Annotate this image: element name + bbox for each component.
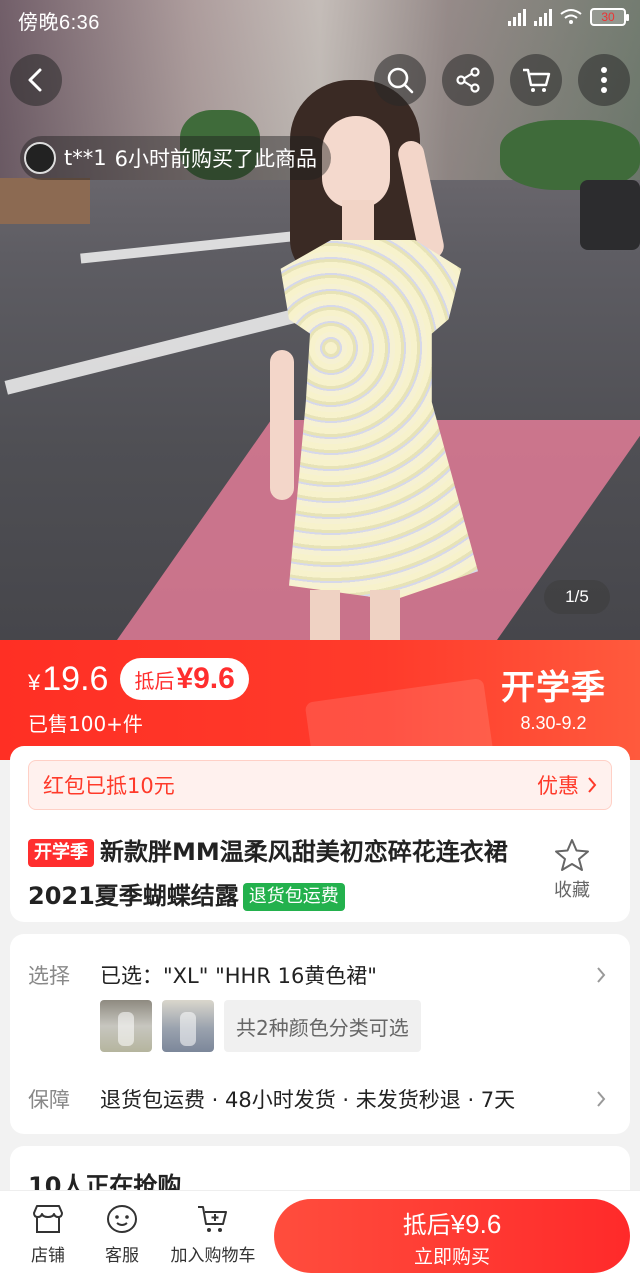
cart-button[interactable] bbox=[510, 54, 562, 106]
select-label: 选择 bbox=[28, 964, 70, 988]
shipping-tag: 退货包运费 bbox=[242, 883, 345, 911]
battery-icon: 30 bbox=[590, 8, 629, 26]
favorite-button[interactable]: 收藏 bbox=[542, 838, 602, 902]
buyer-name: t**1 bbox=[64, 146, 107, 170]
chevron-right-icon bbox=[597, 967, 606, 983]
favorite-label: 收藏 bbox=[554, 880, 590, 901]
wifi-icon bbox=[560, 9, 582, 24]
promo-dates: 8.30-9.2 bbox=[520, 713, 587, 733]
product-image[interactable]: 傍晚6:36 30 t**1 6小时前购买了此商品 1/5 bbox=[0, 0, 640, 640]
guarantee-row[interactable]: 保障 退货包运费 · 48小时发货 · 未发货秒退 · 7天 bbox=[28, 1084, 612, 1114]
add-to-cart-button[interactable]: 加入购物车 bbox=[168, 1203, 258, 1266]
add-to-cart-label: 加入购物车 bbox=[170, 1246, 256, 1266]
customer-service-button[interactable]: 客服 bbox=[100, 1203, 144, 1266]
add-cart-icon bbox=[198, 1206, 227, 1232]
signal-icon bbox=[534, 8, 552, 26]
shop-button[interactable]: 店铺 bbox=[26, 1203, 70, 1266]
product-info-card: 红包已抵10元 优惠 开学季 新款胖MM温柔风甜美初恋碎花连衣裙2021夏季蝴蝶结… bbox=[10, 746, 630, 922]
coupon-link: 优惠 bbox=[537, 774, 579, 798]
promo-tag: 开学季 bbox=[28, 839, 94, 867]
search-button[interactable] bbox=[374, 54, 426, 106]
coupon-text: 红包已抵10元 bbox=[43, 774, 175, 798]
buy-now-price-label: 抵后 bbox=[402, 1211, 451, 1239]
after-discount-price: 抵后 ¥9.6 bbox=[120, 658, 249, 700]
buy-now-label: 立即购买 bbox=[413, 1246, 490, 1268]
bottom-action-bar: 店铺 客服 加入购物车 抵后¥9.6 立即购买 bbox=[0, 1190, 640, 1280]
guarantee-text: 退货包运费 · 48小时发货 · 未发货秒退 · 7天 bbox=[100, 1088, 516, 1112]
search-icon bbox=[387, 67, 414, 94]
star-icon bbox=[555, 839, 589, 871]
buy-now-price-value: ¥9.6 bbox=[450, 1209, 502, 1239]
sku-thumbnail[interactable] bbox=[162, 1000, 214, 1052]
color-count-chip[interactable]: 共2种颜色分类可选 bbox=[224, 1000, 421, 1052]
promo-title: 开学季 bbox=[501, 668, 606, 708]
sku-thumbnails: 共2种颜色分类可选 bbox=[100, 1000, 421, 1052]
product-title: 开学季 新款胖MM温柔风甜美初恋碎花连衣裙2021夏季蝴蝶结露 退货包运费 bbox=[28, 830, 528, 918]
chevron-right-icon bbox=[588, 777, 597, 793]
planter-box bbox=[0, 178, 90, 224]
shop-label: 店铺 bbox=[31, 1246, 65, 1266]
promo-badge: 开学季 8.30-9.2 bbox=[501, 660, 606, 734]
sku-thumbnail[interactable] bbox=[100, 1000, 152, 1052]
back-arrow-icon bbox=[28, 68, 42, 92]
battery-level: 30 bbox=[601, 10, 615, 24]
chair bbox=[580, 180, 640, 250]
current-price: ¥19.6 bbox=[28, 660, 108, 699]
cart-icon bbox=[523, 68, 551, 92]
guarantee-label: 保障 bbox=[28, 1088, 70, 1112]
share-button[interactable] bbox=[442, 54, 494, 106]
after-discount-value: ¥9.6 bbox=[176, 662, 235, 695]
buy-now-price: 抵后¥9.6 bbox=[274, 1205, 630, 1240]
selected-sku: 已选："XL" "HHR 16黄色裙" bbox=[100, 964, 377, 988]
more-vertical-icon bbox=[601, 67, 607, 93]
image-page-indicator: 1/5 bbox=[544, 580, 610, 614]
chevron-right-icon bbox=[597, 1091, 606, 1107]
customer-service-label: 客服 bbox=[105, 1246, 139, 1266]
buyer-text: 6小时前购买了此商品 bbox=[114, 147, 317, 171]
buyer-avatar bbox=[24, 142, 56, 174]
after-discount-label: 抵后 bbox=[134, 668, 175, 693]
more-button[interactable] bbox=[578, 54, 630, 106]
price-banner: ¥19.6 抵后 ¥9.6 已售100+件 开学季 8.30-9.2 bbox=[0, 640, 640, 760]
sold-count: 已售100+件 bbox=[28, 712, 143, 736]
status-time: 傍晚6:36 bbox=[18, 11, 100, 34]
currency-symbol: ¥ bbox=[28, 669, 41, 695]
back-button[interactable] bbox=[10, 54, 62, 106]
current-price-value: 19.6 bbox=[42, 659, 109, 698]
buy-now-button[interactable]: 抵后¥9.6 立即购买 bbox=[274, 1199, 630, 1273]
options-card: 选择 已选："XL" "HHR 16黄色裙" 共2种颜色分类可选 保障 退货包运… bbox=[10, 934, 630, 1134]
recent-buyer-notice: t**1 6小时前购买了此商品 bbox=[20, 136, 331, 180]
signal-icon bbox=[508, 8, 526, 26]
share-icon bbox=[456, 67, 480, 93]
customer-service-icon bbox=[107, 1205, 137, 1233]
status-bar: 傍晚6:36 30 bbox=[0, 0, 640, 40]
sku-select-row[interactable]: 选择 已选："XL" "HHR 16黄色裙" bbox=[28, 960, 612, 990]
shop-icon bbox=[33, 1205, 63, 1233]
coupon-row[interactable]: 红包已抵10元 优惠 bbox=[28, 760, 612, 810]
